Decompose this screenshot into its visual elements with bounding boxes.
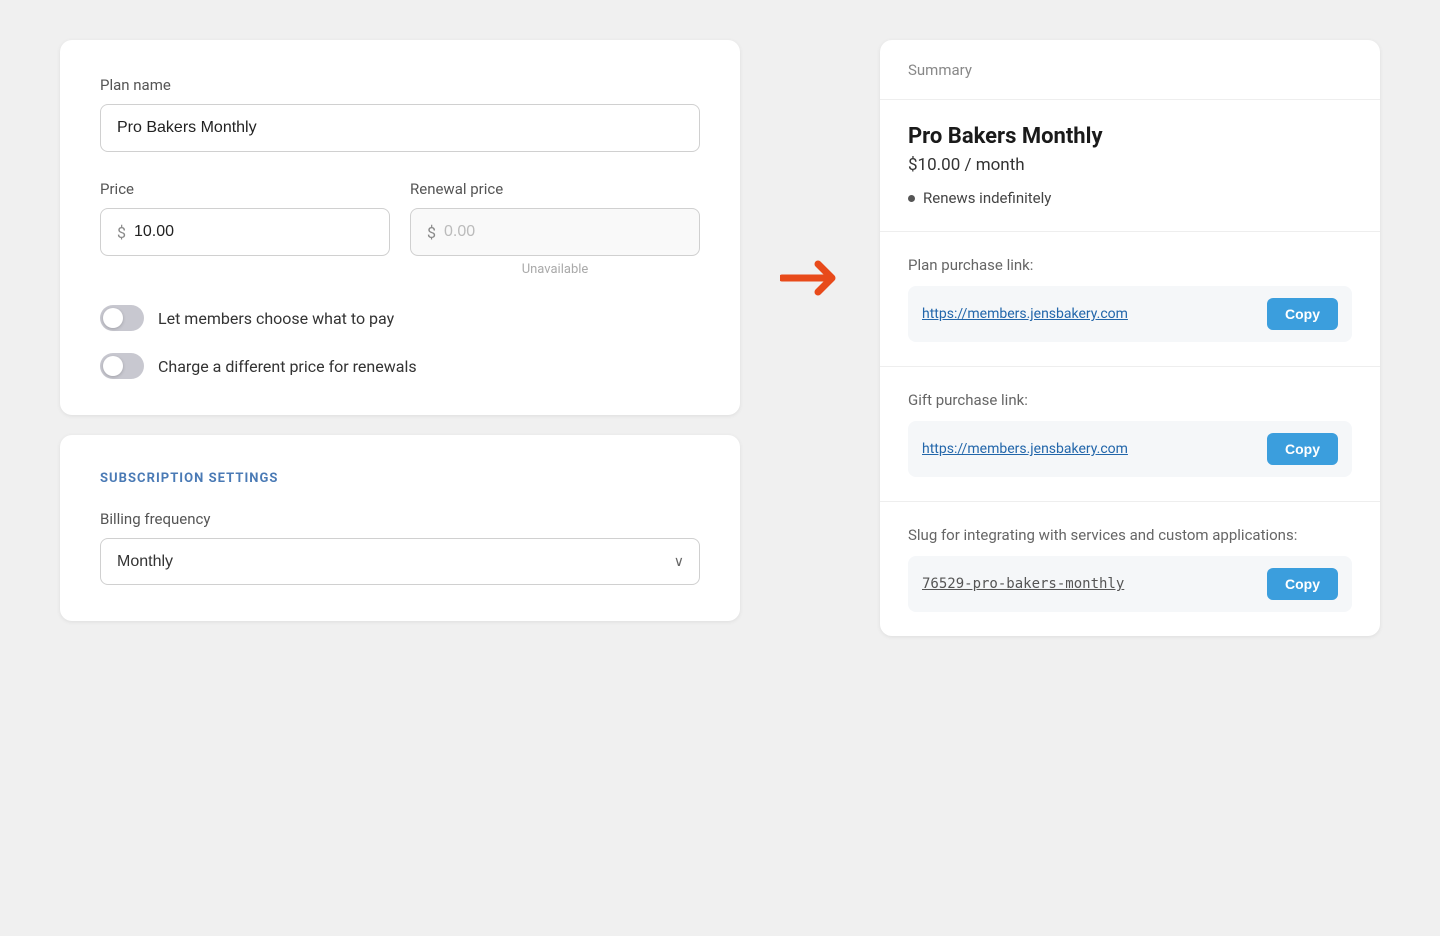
plan-card: Plan name Price $ Renewal price $ Unavai… [60, 40, 740, 415]
price-label: Price [100, 180, 390, 198]
plan-purchase-link-text[interactable]: https://members.jensbakery.com [922, 306, 1257, 322]
price-row: Price $ Renewal price $ Unavailable [100, 180, 700, 277]
toggle1-slider [100, 305, 144, 331]
gift-purchase-link-row: https://members.jensbakery.com Copy [908, 421, 1352, 477]
summary-card: Summary Pro Bakers Monthly $10.00 / mont… [880, 40, 1380, 636]
renewal-currency: $ [427, 223, 436, 242]
right-column: Summary Pro Bakers Monthly $10.00 / mont… [880, 40, 1380, 636]
slug-section-label: Slug for integrating with services and c… [908, 526, 1352, 544]
billing-freq-select[interactable]: Monthly Yearly Weekly Daily [100, 538, 700, 585]
gift-purchase-section: Gift purchase link: https://members.jens… [880, 367, 1380, 502]
summary-label: Summary [908, 61, 972, 79]
slug-copy-button[interactable]: Copy [1267, 568, 1338, 600]
subscription-section-title: SUBSCRIPTION SETTINGS [100, 471, 700, 486]
toggle2-row: Charge a different price for renewals [100, 353, 700, 379]
plan-purchase-section: Plan purchase link: https://members.jens… [880, 232, 1380, 367]
toggle1[interactable] [100, 305, 144, 331]
slug-section: Slug for integrating with services and c… [880, 502, 1380, 636]
slug-link-row: 76529-pro-bakers-monthly Copy [908, 556, 1352, 612]
plan-name-input[interactable] [100, 104, 700, 152]
billing-freq-group: Billing frequency Monthly Yearly Weekly … [100, 510, 700, 585]
billing-freq-select-wrapper: Monthly Yearly Weekly Daily ∨ [100, 538, 700, 585]
summary-plan-section: Pro Bakers Monthly $10.00 / month Renews… [880, 100, 1380, 232]
renewal-price-input [444, 209, 683, 255]
right-arrow-icon [780, 260, 840, 296]
renewal-price-group: Renewal price $ Unavailable [410, 180, 700, 277]
billing-freq-label: Billing frequency [100, 510, 700, 528]
price-currency: $ [117, 223, 126, 242]
summary-plan-price: $10.00 / month [908, 155, 1352, 175]
toggle2[interactable] [100, 353, 144, 379]
toggle2-slider [100, 353, 144, 379]
arrow-container [780, 40, 840, 296]
gift-purchase-copy-button[interactable]: Copy [1267, 433, 1338, 465]
renews-text: Renews indefinitely [923, 189, 1051, 207]
renewal-price-input-wrapper: $ [410, 208, 700, 256]
bullet-icon [908, 195, 915, 202]
left-column: Plan name Price $ Renewal price $ Unavai… [60, 40, 740, 621]
subscription-card: SUBSCRIPTION SETTINGS Billing frequency … [60, 435, 740, 621]
price-input[interactable] [134, 209, 373, 255]
toggle1-label: Let members choose what to pay [158, 309, 394, 328]
price-input-wrapper: $ [100, 208, 390, 256]
gift-purchase-link-text[interactable]: https://members.jensbakery.com [922, 441, 1257, 457]
price-group: Price $ [100, 180, 390, 277]
plan-purchase-link-label: Plan purchase link: [908, 256, 1352, 274]
summary-plan-renews: Renews indefinitely [908, 189, 1352, 207]
gift-purchase-link-label: Gift purchase link: [908, 391, 1352, 409]
toggle1-row: Let members choose what to pay [100, 305, 700, 331]
unavailable-text: Unavailable [410, 262, 700, 277]
plan-purchase-link-row: https://members.jensbakery.com Copy [908, 286, 1352, 342]
renewal-price-label: Renewal price [410, 180, 700, 198]
summary-header: Summary [880, 40, 1380, 100]
summary-plan-title: Pro Bakers Monthly [908, 124, 1352, 149]
slug-value: 76529-pro-bakers-monthly [922, 576, 1257, 592]
plan-name-group: Plan name [100, 76, 700, 152]
plan-purchase-copy-button[interactable]: Copy [1267, 298, 1338, 330]
toggle2-label: Charge a different price for renewals [158, 357, 417, 376]
plan-name-label: Plan name [100, 76, 700, 94]
